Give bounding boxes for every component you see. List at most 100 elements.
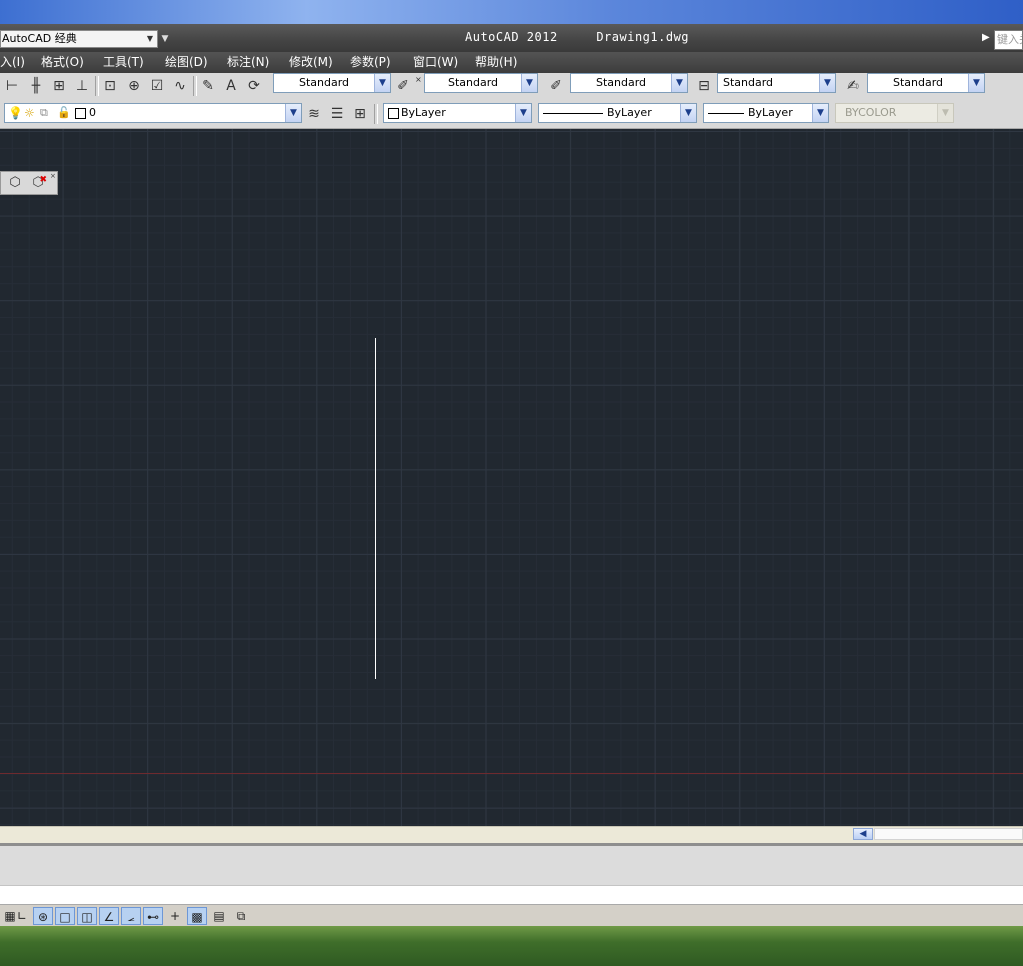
styles-toolbar: ⊢ ╫ ⊞ ⊥ ⊡ ⊕ ☑ ∿ ✎ A ⟳ Standard ▼ ✐ × Sta… — [0, 73, 1023, 101]
text-style-select[interactable]: Standard ▼ — [424, 73, 538, 93]
menu-parametric[interactable]: 参数(P) — [350, 55, 391, 70]
3d-box-icon[interactable]: ⬡ — [5, 174, 25, 192]
dimension-style-2-select[interactable]: Standard ▼ — [570, 73, 688, 93]
chevron-down-icon: ▼ — [146, 34, 154, 43]
workspace-select[interactable]: AutoCAD 经典 ▼ — [0, 30, 158, 48]
dimension-text-edit-icon[interactable]: A — [221, 76, 241, 96]
horizontal-scroll-track[interactable] — [874, 828, 1023, 840]
lineweight-value: ByLayer — [748, 106, 793, 119]
expand-search-icon[interactable]: ▶ — [982, 32, 992, 43]
3d-delete-icon[interactable]: ⬡ ✖ — [28, 174, 48, 192]
menu-window[interactable]: 窗口(W) — [413, 55, 458, 70]
transparency-icon[interactable]: ▩ — [187, 907, 207, 925]
file-name: Drawing1.dwg — [596, 30, 690, 44]
drawing-canvas[interactable]: ⬡ ⬡ ✖ × — [0, 129, 1023, 826]
chevron-down-icon: ▼ — [285, 104, 301, 122]
3d-object-snap-icon[interactable]: ◫ — [77, 907, 97, 925]
dimension-edit-icon[interactable]: ✎ — [198, 76, 218, 96]
menu-help[interactable]: 帮助(H) — [475, 55, 517, 70]
chevron-down-icon: ▼ — [374, 74, 390, 92]
text-style-value: Standard — [447, 76, 499, 89]
dimension-style-select[interactable]: Standard ▼ — [273, 73, 391, 93]
layer-color-swatch — [75, 108, 86, 119]
chevron-down-icon: ▼ — [680, 104, 696, 122]
continue-dimension-icon[interactable]: ⊞ — [49, 76, 69, 96]
close-icon[interactable]: × — [415, 76, 422, 84]
multileader-style-select[interactable]: Standard ▼ — [867, 73, 985, 93]
dimension-style-manager-icon[interactable]: ✐ — [393, 76, 413, 96]
selection-cycling-icon[interactable]: ⧉ — [231, 907, 251, 925]
layer-previous-icon[interactable]: ☰ — [327, 104, 347, 124]
chevron-down-icon: ▼ — [521, 74, 537, 92]
jogged-linear-icon[interactable]: ∿ — [170, 76, 190, 96]
desktop-background — [0, 0, 1023, 24]
polar-tracking-icon[interactable]: ⊛ — [33, 907, 53, 925]
menu-format[interactable]: 格式(O) — [41, 55, 84, 70]
quick-properties-icon[interactable]: ▤ — [209, 907, 229, 925]
lineweight-toggle-icon[interactable]: + — [165, 907, 185, 925]
object-snap-tracking-icon[interactable]: ∠ — [99, 907, 119, 925]
menu-modify[interactable]: 修改(M) — [289, 55, 333, 70]
color-swatch — [388, 108, 399, 119]
layer-select[interactable]: 💡 ☼ ⧉ 🔓 0 ▼ — [4, 103, 302, 123]
chevron-down-icon: ▼ — [937, 104, 953, 122]
dimension-style-2-value: Standard — [595, 76, 647, 89]
quick-access-dropdown-icon[interactable]: ▼ — [160, 32, 170, 46]
chevron-down-icon: ▼ — [819, 74, 835, 92]
close-icon[interactable]: × — [50, 172, 56, 180]
plot-style-value: BYCOLOR — [845, 106, 897, 119]
chevron-down-icon: ▼ — [968, 74, 984, 92]
menu-draw[interactable]: 绘图(D) — [165, 55, 208, 70]
linear-dimension-icon[interactable]: ⊢ — [2, 76, 22, 96]
table-style-icon[interactable]: ⊟ — [694, 76, 714, 96]
table-style-select[interactable]: Standard ▼ — [717, 73, 836, 93]
multileader-style-value: Standard — [892, 76, 944, 89]
layer-states-icon[interactable]: ⊞ — [350, 104, 370, 124]
center-mark-icon[interactable]: ⊕ — [124, 76, 144, 96]
object-snap-icon[interactable]: □ — [55, 907, 75, 925]
command-input[interactable] — [0, 885, 1023, 904]
lineweight-preview — [708, 113, 744, 114]
app-title: AutoCAD 2012 — [465, 30, 558, 44]
linetype-select[interactable]: ByLayer ▼ — [538, 103, 697, 123]
dimension-style-value: Standard — [298, 76, 350, 89]
color-value: ByLayer — [401, 106, 446, 119]
x-axis-line — [0, 773, 1023, 774]
multileader-style-icon[interactable]: ✍ — [843, 76, 863, 96]
dynamic-input-icon[interactable]: ⊷ — [143, 907, 163, 925]
toolbar-separator — [193, 76, 197, 96]
workspace-select-value: AutoCAD 经典 — [2, 32, 77, 45]
chevron-down-icon: ▼ — [812, 104, 828, 122]
ordinate-dimension-icon[interactable]: ⊥ — [72, 76, 92, 96]
viewport-freeze-icon: ⧉ — [40, 106, 48, 119]
toolbar-separator — [374, 104, 378, 124]
table-style-value: Standard — [723, 76, 774, 89]
status-bar: ▦ ∟ ⊛ □ ◫ ∠ ⦟ ⊷ + ▩ ▤ ⧉ — [0, 904, 1023, 927]
window-title: AutoCAD 2012 Drawing1.dwg — [465, 30, 689, 44]
desktop-background-grass — [0, 926, 1023, 966]
search-placeholder: 键入关 — [997, 33, 1022, 46]
scroll-left-icon[interactable]: ◀ — [853, 828, 873, 840]
menu-tools[interactable]: 工具(T) — [103, 55, 144, 70]
inspection-icon[interactable]: ☑ — [147, 76, 167, 96]
chevron-down-icon: ▼ — [671, 74, 687, 92]
color-select[interactable]: ByLayer ▼ — [383, 103, 532, 123]
dynamic-ucs-icon[interactable]: ⦟ — [121, 907, 141, 925]
lineweight-select[interactable]: ByLayer ▼ — [703, 103, 829, 123]
make-object-layer-current-icon[interactable]: ≋ — [304, 104, 324, 124]
drawn-vertical-line[interactable] — [375, 338, 376, 679]
menu-dimension[interactable]: 标注(N) — [227, 55, 269, 70]
plot-style-select: BYCOLOR ▼ — [835, 103, 954, 123]
search-input[interactable]: 键入关 — [994, 30, 1023, 50]
sun-icon: ☼ — [24, 106, 35, 120]
dimension-update-icon[interactable]: ⟳ — [244, 76, 264, 96]
layers-properties-toolbar: 💡 ☼ ⧉ 🔓 0 ▼ ≋ ☰ ⊞ ByLayer ▼ ByLayer ▼ By… — [0, 100, 1023, 129]
linetype-preview — [543, 113, 603, 114]
floating-toolbar: ⬡ ⬡ ✖ × — [0, 171, 58, 195]
tolerance-icon[interactable]: ⊡ — [100, 76, 120, 96]
ortho-mode-icon[interactable]: ∟ — [12, 907, 32, 925]
menu-insert[interactable]: 入(I) — [0, 55, 25, 70]
baseline-dimension-icon[interactable]: ╫ — [26, 76, 46, 96]
linetype-value: ByLayer — [607, 106, 652, 119]
text-style-manager-icon[interactable]: ✐ — [546, 76, 566, 96]
